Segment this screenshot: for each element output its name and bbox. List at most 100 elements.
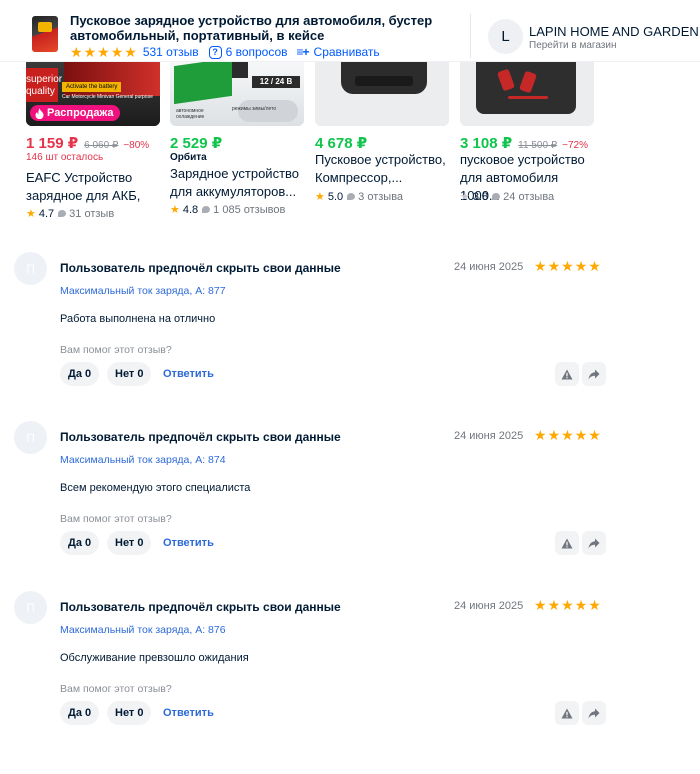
helpful-no-button[interactable]: Нет 0 — [107, 531, 152, 555]
report-icon — [561, 708, 573, 718]
reply-button[interactable]: Ответить — [163, 537, 214, 549]
star-icon: ★ — [534, 597, 547, 613]
star-icon: ★ — [561, 597, 574, 613]
image-caption: Activate the battery — [62, 82, 122, 92]
comment-icon — [202, 206, 211, 213]
image-caption: superior — [26, 74, 63, 85]
product-image[interactable]: 12 / 24 В режимы зимы/лето автономное ох… — [170, 62, 304, 126]
compare-link[interactable]: Сравнивать — [314, 45, 380, 59]
helpful-question: Вам помог этот отзыв? — [60, 683, 172, 695]
reviews-count: 24 отзыва — [492, 191, 554, 203]
discount: −80% — [123, 140, 150, 151]
comment-icon — [58, 210, 67, 217]
reviewer-name: Пользователь предпочёл скрыть свои данны… — [60, 600, 341, 614]
helpful-question: Вам помог этот отзыв? — [60, 344, 172, 356]
product-stats: ★ ★ ★ ★ ★ 531 отзыв ? 6 вопросов ≡+ Срав… — [70, 45, 380, 59]
rating-value: 4.7 — [38, 207, 55, 220]
sticky-product-header: Пусковое зарядное устройство для автомоб… — [0, 0, 700, 62]
share-button[interactable] — [582, 701, 606, 725]
helpful-yes-button[interactable]: Да 0 — [60, 362, 100, 386]
star-icon: ★ — [170, 204, 180, 216]
star-icon: ★ — [97, 44, 110, 60]
star-icon: ★ — [460, 191, 470, 203]
rating-value: 4.8 — [182, 203, 199, 216]
reviews-count: 1 085 отзывов — [202, 204, 285, 216]
star-icon: ★ — [588, 597, 601, 613]
share-button[interactable] — [582, 362, 606, 386]
review-text: Всем рекомендую этого специалиста — [60, 482, 251, 494]
review-item: П Пользователь предпочёл скрыть свои дан… — [0, 579, 700, 729]
price-block: 2 529 ₽ — [170, 134, 222, 152]
share-button[interactable] — [582, 531, 606, 555]
helpful-no-button[interactable]: Нет 0 — [107, 701, 152, 725]
sale-badge: Распродажа — [30, 105, 120, 121]
product-thumbnail[interactable] — [32, 16, 58, 52]
stock-left: 146 шт осталось — [26, 152, 104, 163]
old-price: 11 500 ₽ — [518, 140, 558, 151]
store-avatar[interactable]: L — [488, 19, 523, 54]
current-price: 3 108 ₽ — [460, 135, 513, 152]
helpful-yes-button[interactable]: Да 0 — [60, 701, 100, 725]
rating-value: 5.0 — [327, 190, 344, 203]
review-date: 24 июня 2025 — [454, 600, 524, 612]
star-icon: ★ — [124, 44, 137, 60]
image-caption: quality — [26, 86, 55, 97]
store-link[interactable]: Перейти в магазин — [529, 40, 617, 51]
current-price: 1 159 ₽ — [26, 135, 79, 152]
product-rating: ★ 4.8 1 085 отзывов — [170, 203, 285, 217]
reply-button[interactable]: Ответить — [163, 368, 214, 380]
review-variant-link[interactable]: Максимальный ток заряда, А: 877 — [60, 285, 226, 297]
helpful-yes-button[interactable]: Да 0 — [60, 531, 100, 555]
compare-icon: ≡+ — [296, 45, 310, 59]
share-icon — [588, 369, 600, 379]
questions-link[interactable]: 6 вопросов — [226, 45, 288, 59]
helpful-question: Вам помог этот отзыв? — [60, 513, 172, 525]
star-icon: ★ — [83, 44, 97, 60]
star-icon: ★ — [534, 427, 547, 443]
star-icon: ★ — [574, 427, 588, 443]
review-item: П Пользователь предпочёл скрыть свои дан… — [0, 409, 700, 559]
star-icon: ★ — [547, 597, 561, 613]
helpful-no-button[interactable]: Нет 0 — [107, 362, 152, 386]
report-button[interactable] — [555, 701, 579, 725]
report-icon — [561, 538, 573, 548]
review-variant-link[interactable]: Максимальный ток заряда, А: 876 — [60, 624, 226, 636]
reviewer-name: Пользователь предпочёл скрыть свои данны… — [60, 261, 341, 275]
price-block: 1 159 ₽ 6 060 ₽ −80% — [26, 134, 149, 152]
star-icon: ★ — [574, 597, 588, 613]
product-name[interactable]: Пусковое устройство, Компрессор,... — [315, 151, 449, 187]
store-name[interactable]: LAPIN HOME AND GARDEN — [529, 24, 699, 39]
comment-icon — [492, 193, 501, 200]
report-button[interactable] — [555, 531, 579, 555]
rating-stars: ★ ★ ★ ★ ★ — [70, 45, 137, 59]
product-image[interactable] — [460, 62, 594, 126]
reply-button[interactable]: Ответить — [163, 707, 214, 719]
reviews-count: 31 отзыв — [58, 208, 114, 220]
divider — [470, 14, 471, 58]
current-price: 4 678 ₽ — [315, 135, 368, 152]
seller-name[interactable]: Орбита — [170, 152, 207, 163]
star-icon: ★ — [588, 427, 601, 443]
report-button[interactable] — [555, 362, 579, 386]
reviewer-avatar: П — [14, 252, 47, 285]
review-stars: ★ ★ ★ ★ ★ — [534, 259, 601, 273]
star-icon: ★ — [547, 427, 561, 443]
review-variant-link[interactable]: Максимальный ток заряда, А: 874 — [60, 454, 226, 466]
image-caption: 12 / 24 В — [252, 76, 300, 88]
reviews-count-link[interactable]: 531 отзыв — [143, 45, 199, 59]
share-icon — [588, 538, 600, 548]
review-date: 24 июня 2025 — [454, 430, 524, 442]
product-title[interactable]: Пусковое зарядное устройство для автомоб… — [70, 13, 460, 43]
rating-value: 3.8 — [472, 190, 489, 203]
product-name[interactable]: Зарядное устройство для аккумуляторов... — [170, 165, 304, 201]
star-icon: ★ — [588, 258, 601, 274]
star-icon: ★ — [547, 258, 561, 274]
discount: −72% — [562, 140, 588, 151]
product-name[interactable]: EAFC Устройство зарядное для АКБ, — [26, 169, 160, 205]
star-icon: ★ — [534, 258, 547, 274]
review-stars: ★ ★ ★ ★ ★ — [534, 598, 601, 612]
fire-icon — [35, 107, 44, 119]
star-icon: ★ — [315, 191, 325, 203]
product-rating: ★ 5.0 3 отзыва — [315, 190, 403, 204]
product-image[interactable] — [315, 62, 449, 126]
